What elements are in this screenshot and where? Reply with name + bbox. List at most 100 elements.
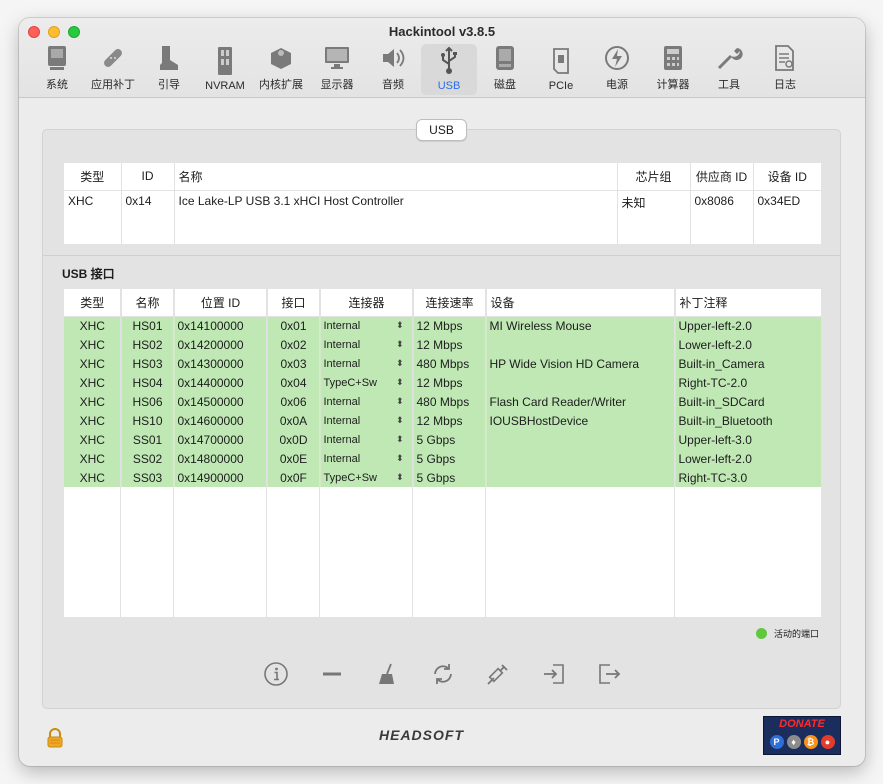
port-row[interactable]: XHC HS01 0x14100000 0x01 Internal ⬍ 12 Mbps MI … bbox=[64, 316, 821, 335]
toolbar-item-disk[interactable]: 磁盘 bbox=[477, 44, 533, 95]
port-column-header[interactable]: 补丁注释 bbox=[675, 289, 821, 317]
port-column-header[interactable]: 连接器 bbox=[320, 289, 414, 317]
tools-icon bbox=[714, 44, 744, 72]
connector-select[interactable]: Internal ⬍ bbox=[320, 430, 414, 449]
toolbar-item-calculator[interactable]: 计算器 bbox=[645, 44, 701, 95]
port-cell: XHC bbox=[64, 411, 122, 430]
lock-icon[interactable] bbox=[46, 728, 64, 751]
port-cell: 0x14300000 bbox=[174, 354, 268, 373]
usb-ports-table-container[interactable]: 类型 名称 位置 ID 接口 连接器 连接速率 设备 补丁注释 XHC HS01 0x141000… bbox=[64, 289, 821, 617]
port-cell[interactable]: Built-in_SDCard bbox=[675, 392, 821, 411]
connector-select[interactable]: Internal ⬍ bbox=[320, 316, 414, 335]
log-icon bbox=[770, 44, 800, 72]
port-row[interactable]: XHC SS03 0x14900000 0x0F TypeC+Sw ⬍ 5 Gbps Righ… bbox=[64, 468, 821, 487]
connector-value: TypeC+Sw bbox=[323, 376, 378, 389]
toolbar-item-audio[interactable]: 音频 bbox=[365, 44, 421, 95]
port-cell: 5 Gbps bbox=[413, 449, 487, 468]
connector-value: Internal bbox=[323, 433, 361, 446]
tab-usb[interactable]: USB bbox=[416, 119, 467, 141]
remove-icon[interactable] bbox=[318, 660, 346, 688]
port-column-header[interactable]: 设备 bbox=[486, 289, 676, 317]
clear-icon[interactable] bbox=[373, 660, 401, 688]
port-cell bbox=[486, 373, 676, 392]
port-cell[interactable]: Built-in_Bluetooth bbox=[675, 411, 821, 430]
toolbar-item-log[interactable]: 日志 bbox=[757, 44, 813, 95]
port-column-header[interactable]: 接口 bbox=[267, 289, 321, 317]
toolbar-item-pcie[interactable]: PCIe bbox=[533, 44, 589, 95]
toolbar-item-nvram[interactable]: NVRAM bbox=[197, 44, 253, 95]
toolbar-item-boot[interactable]: 引导 bbox=[141, 44, 197, 95]
port-column-header[interactable]: 类型 bbox=[64, 289, 122, 317]
port-cell[interactable]: Upper-left-2.0 bbox=[675, 316, 821, 335]
toolbar-item-display[interactable]: 显示器 bbox=[309, 44, 365, 95]
controller-column-header[interactable]: 名称 bbox=[174, 163, 618, 191]
toolbar-item-power[interactable]: 电源 bbox=[589, 44, 645, 95]
port-cell: 0x0A bbox=[267, 411, 321, 430]
toolbar-item-usb[interactable]: USB bbox=[421, 44, 477, 95]
toolbar-label: 电源 bbox=[606, 79, 628, 91]
pcie-icon bbox=[546, 46, 576, 76]
port-cell: 0x14900000 bbox=[174, 468, 268, 487]
port-cell: IOUSBHostDevice bbox=[486, 411, 676, 430]
system-icon bbox=[42, 44, 72, 72]
select-stepper-icon: ⬍ bbox=[395, 453, 404, 463]
inject-icon[interactable] bbox=[484, 660, 512, 688]
patch-icon bbox=[98, 44, 128, 72]
section-divider bbox=[43, 255, 840, 256]
port-row[interactable]: XHC HS04 0x14400000 0x04 TypeC+Sw ⬍ 12 Mbps Rig… bbox=[64, 373, 821, 392]
app-window: Hackintool v3.8.5 系统 应用补丁 引导 NVRAM 内核扩展 显示器 音频… bbox=[19, 18, 865, 766]
export-icon[interactable] bbox=[595, 660, 623, 688]
toolbar-item-patch[interactable]: 应用补丁 bbox=[85, 44, 141, 95]
controller-column-header[interactable]: 供应商 ID bbox=[690, 163, 754, 191]
port-cell bbox=[486, 449, 676, 468]
port-cell[interactable]: Lower-left-2.0 bbox=[675, 449, 821, 468]
port-row[interactable]: XHC HS10 0x14600000 0x0A Internal ⬍ 12 Mbps IOU… bbox=[64, 411, 821, 430]
port-column-header[interactable]: 名称 bbox=[121, 289, 175, 317]
connector-select[interactable]: Internal ⬍ bbox=[320, 335, 414, 354]
import-icon[interactable] bbox=[540, 660, 568, 688]
port-row[interactable]: XHC HS02 0x14200000 0x02 Internal ⬍ 12 Mbps Low… bbox=[64, 335, 821, 354]
connector-select[interactable]: Internal ⬍ bbox=[320, 354, 414, 373]
controller-table: 类型 ID 名称 芯片组 供应商 ID 设备 ID XHC 0x14 Ice Lake-LP … bbox=[64, 163, 821, 244]
connector-select[interactable]: Internal ⬍ bbox=[320, 411, 414, 430]
toolbar-item-kext[interactable]: 内核扩展 bbox=[253, 44, 309, 95]
port-cell bbox=[486, 468, 676, 487]
refresh-icon[interactable] bbox=[429, 660, 457, 688]
port-cell[interactable]: Built-in_Camera bbox=[675, 354, 821, 373]
connector-select[interactable]: Internal ⬍ bbox=[320, 392, 414, 411]
port-cell: 0x14400000 bbox=[174, 373, 268, 392]
display-icon bbox=[322, 44, 352, 72]
select-stepper-icon: ⬍ bbox=[395, 434, 404, 444]
controller-row[interactable]: XHC 0x14 Ice Lake-LP USB 3.1 xHCI Host Con… bbox=[64, 190, 821, 244]
port-cell[interactable]: Right-TC-3.0 bbox=[675, 468, 821, 487]
controller-column-header[interactable]: ID bbox=[121, 163, 175, 191]
controller-column-header[interactable]: 类型 bbox=[64, 163, 122, 191]
connector-select[interactable]: Internal ⬍ bbox=[320, 449, 414, 468]
toolbar-item-system[interactable]: 系统 bbox=[29, 44, 85, 95]
port-row[interactable]: XHC HS06 0x14500000 0x06 Internal ⬍ 480 Mbps Fl… bbox=[64, 392, 821, 411]
info-icon[interactable] bbox=[262, 660, 290, 688]
toolbar-item-tools[interactable]: 工具 bbox=[701, 44, 757, 95]
port-column-header[interactable]: 位置 ID bbox=[174, 289, 268, 317]
connector-select[interactable]: TypeC+Sw ⬍ bbox=[320, 373, 414, 392]
port-cell: 0x14200000 bbox=[174, 335, 268, 354]
port-cell: HS10 bbox=[121, 411, 175, 430]
toolbar-label: 工具 bbox=[718, 79, 740, 91]
toolbar-label: USB bbox=[437, 80, 461, 92]
port-cell: XHC bbox=[64, 354, 122, 373]
donate-button[interactable]: DONATE P ♦ ₿ ● bbox=[763, 716, 841, 755]
connector-value: TypeC+Sw bbox=[323, 471, 378, 484]
controller-cell: 未知 bbox=[617, 190, 691, 244]
port-cell[interactable]: Right-TC-2.0 bbox=[675, 373, 821, 392]
port-row[interactable]: XHC HS03 0x14300000 0x03 Internal ⬍ 480 Mbps HP… bbox=[64, 354, 821, 373]
port-cell: 0x14800000 bbox=[174, 449, 268, 468]
connector-select[interactable]: TypeC+Sw ⬍ bbox=[320, 468, 414, 487]
port-row[interactable]: XHC SS01 0x14700000 0x0D Internal ⬍ 5 Gbps Uppe… bbox=[64, 430, 821, 449]
port-cell[interactable]: Lower-left-2.0 bbox=[675, 335, 821, 354]
controller-column-header[interactable]: 设备 ID bbox=[753, 163, 821, 191]
connector-value: Internal bbox=[323, 338, 361, 351]
controller-column-header[interactable]: 芯片组 bbox=[617, 163, 691, 191]
port-cell[interactable]: Upper-left-3.0 bbox=[675, 430, 821, 449]
port-column-header[interactable]: 连接速率 bbox=[413, 289, 487, 317]
port-row[interactable]: XHC SS02 0x14800000 0x0E Internal ⬍ 5 Gbps Lowe… bbox=[64, 449, 821, 468]
